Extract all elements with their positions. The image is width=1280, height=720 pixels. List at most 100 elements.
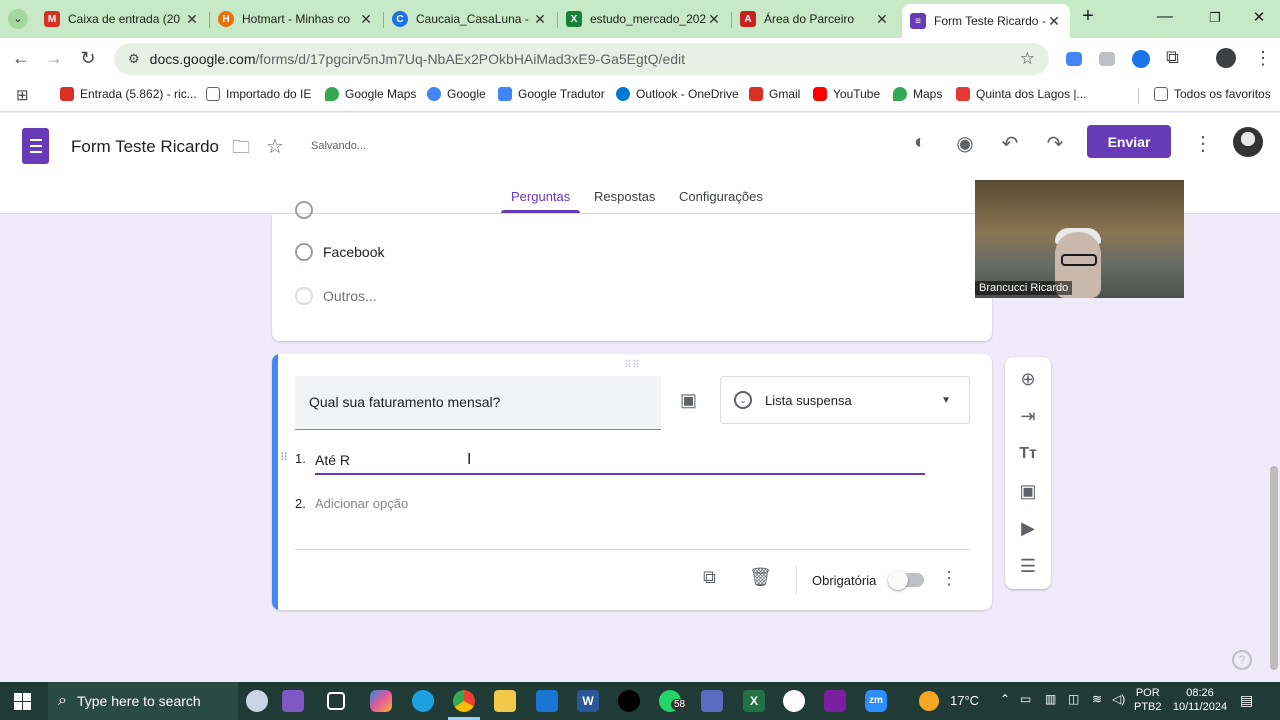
option-text-input[interactable]: Até R bbox=[315, 452, 925, 475]
required-toggle[interactable] bbox=[888, 570, 924, 590]
bookmark-maps[interactable]: Maps bbox=[893, 87, 942, 101]
apps-grid-icon[interactable]: ⊞ bbox=[16, 86, 29, 104]
edge-extension-icon[interactable] bbox=[1132, 50, 1150, 68]
avatar[interactable] bbox=[1233, 127, 1263, 157]
tray-chevron-icon[interactable]: ⌃ bbox=[1000, 692, 1010, 706]
devtools-extension-icon[interactable] bbox=[1099, 52, 1115, 66]
back-icon[interactable]: ← bbox=[9, 48, 33, 69]
profile-avatar-icon[interactable] bbox=[1216, 48, 1236, 68]
extension-icon[interactable] bbox=[1066, 52, 1082, 66]
browser-tab-hotmart[interactable]: H Hotmart - Minhas co ✕ bbox=[210, 4, 382, 34]
add-question-icon[interactable]: ⊕ bbox=[1016, 367, 1040, 391]
more-options-icon[interactable]: ⋮ bbox=[1189, 131, 1217, 156]
browser-tab-excel[interactable]: X estudo_mercado_202 ✕ bbox=[558, 4, 730, 34]
radio-button[interactable] bbox=[295, 243, 313, 261]
browser-tab-form-active[interactable]: ≡ Form Teste Ricardo - ✕ bbox=[902, 4, 1070, 38]
clock[interactable]: 08:26 10/11/2024 bbox=[1172, 686, 1228, 714]
bookmark-google-maps[interactable]: Google Maps bbox=[325, 87, 416, 101]
language-indicator[interactable]: POR PTB2 bbox=[1134, 686, 1162, 714]
wifi-icon[interactable]: ≋ bbox=[1092, 692, 1102, 706]
redo-icon[interactable]: ↷ bbox=[1041, 131, 1069, 156]
page-scrollbar[interactable] bbox=[1270, 466, 1278, 670]
mail-icon[interactable] bbox=[536, 690, 558, 712]
google-forms-icon[interactable] bbox=[22, 128, 49, 164]
preview-eye-icon[interactable]: ◉ bbox=[951, 131, 979, 156]
word-icon[interactable]: W bbox=[577, 690, 599, 712]
forward-icon[interactable]: → bbox=[42, 48, 66, 69]
battery-icon[interactable]: ▥ bbox=[1045, 692, 1056, 706]
tab-close-icon[interactable]: ✕ bbox=[532, 11, 548, 28]
browser-tab-caucaia[interactable]: C Caucaia_CasaLuna - ✕ bbox=[384, 4, 556, 34]
bookmark-quinta[interactable]: Quinta dos Lagos |... bbox=[956, 87, 1087, 101]
task-view-icon[interactable] bbox=[327, 692, 345, 710]
chrome-taskbar-icon[interactable] bbox=[453, 690, 475, 712]
restore-icon[interactable]: ❐ bbox=[1200, 10, 1230, 26]
browser-menu-icon[interactable]: ⋮ bbox=[1254, 48, 1272, 69]
question-more-icon[interactable]: ⋮ bbox=[940, 568, 958, 589]
whatsapp-icon[interactable]: 58 bbox=[659, 690, 689, 712]
folder-icon[interactable]: 🗀 bbox=[227, 135, 255, 165]
bookmark-onedrive[interactable]: Outlook - OneDrive bbox=[616, 87, 739, 101]
browser-tab-parceiro[interactable]: A Área do Parceiro ✕ bbox=[732, 4, 898, 34]
satellite-app-icon[interactable] bbox=[282, 690, 304, 712]
option-facebook[interactable]: Facebook bbox=[323, 244, 384, 260]
close-window-icon[interactable]: ✕ bbox=[1244, 8, 1274, 26]
add-title-icon[interactable]: Tт bbox=[1016, 442, 1040, 466]
bookmark-importado[interactable]: Importado do IE bbox=[206, 87, 311, 101]
address-bar[interactable]: ⚙ docs.google.com/forms/d/17pgcirv5nJm7U… bbox=[114, 43, 1049, 75]
minimize-icon[interactable]: — bbox=[1150, 8, 1180, 26]
bookmark-google[interactable]: Google bbox=[427, 87, 486, 101]
star-icon[interactable]: ☆ bbox=[261, 134, 289, 159]
tray-display-icon[interactable]: ◫ bbox=[1068, 692, 1079, 706]
volume-icon[interactable]: ◁) bbox=[1112, 692, 1125, 706]
tab-close-icon[interactable]: ✕ bbox=[874, 11, 890, 28]
tab-close-icon[interactable]: ✕ bbox=[706, 11, 722, 28]
tab-configuracoes[interactable]: Configurações bbox=[679, 189, 763, 204]
site-info-icon[interactable]: ⚙ bbox=[128, 51, 140, 67]
tab-search-button[interactable]: ⌄ bbox=[8, 9, 28, 29]
tab-respostas[interactable]: Respostas bbox=[594, 189, 655, 204]
add-section-icon[interactable]: ☰ bbox=[1016, 554, 1040, 578]
import-questions-icon[interactable]: ⇥ bbox=[1016, 404, 1040, 428]
weather-icon[interactable] bbox=[919, 691, 939, 711]
widgets-icon[interactable] bbox=[246, 690, 268, 712]
radio-button[interactable] bbox=[295, 287, 313, 305]
undo-icon[interactable]: ↶ bbox=[996, 131, 1024, 156]
calculator-icon[interactable] bbox=[701, 690, 723, 712]
notifications-icon[interactable]: ▤ bbox=[1240, 692, 1253, 709]
help-icon[interactable]: ? bbox=[1232, 650, 1252, 670]
zoom-icon[interactable]: zm bbox=[865, 690, 887, 712]
question-type-select[interactable]: ⌄ Lista suspensa ▼ bbox=[720, 376, 970, 424]
extensions-puzzle-icon[interactable]: ⧉ bbox=[1166, 47, 1179, 68]
drag-handle-icon[interactable]: ⠿⠿ bbox=[624, 360, 641, 371]
bookmark-gmail[interactable]: Gmail bbox=[749, 87, 800, 101]
question-card[interactable]: ⠿⠿ Qual sua faturamento mensal? ▣ ⌄ List… bbox=[272, 354, 992, 610]
tab-close-icon[interactable]: ✕ bbox=[184, 11, 200, 28]
file-explorer-icon[interactable] bbox=[494, 690, 516, 712]
option-outros[interactable]: Outros... bbox=[323, 288, 377, 304]
option-drag-handle-icon[interactable]: ⠿ bbox=[280, 451, 288, 464]
tiktok-icon[interactable] bbox=[618, 690, 640, 712]
new-tab-icon[interactable]: + bbox=[1073, 5, 1103, 28]
tray-app-icon[interactable]: ▭ bbox=[1020, 692, 1031, 706]
bookmark-entrada[interactable]: Entrada (5.862) - ric... bbox=[60, 87, 197, 101]
duplicate-icon[interactable]: ⧉ bbox=[703, 567, 716, 588]
add-image-icon[interactable]: ▣ bbox=[680, 390, 697, 411]
bookmark-tradutor[interactable]: Google Tradutor bbox=[498, 87, 605, 101]
start-windows-icon[interactable] bbox=[14, 693, 31, 710]
excel-taskbar-icon[interactable]: X bbox=[743, 690, 765, 712]
tab-close-icon[interactable]: ✕ bbox=[358, 11, 374, 28]
tab-close-icon[interactable]: ✕ bbox=[1046, 13, 1062, 30]
form-title[interactable]: Form Teste Ricardo bbox=[71, 137, 219, 157]
taskbar-search[interactable]: ⌕ Type here to search bbox=[48, 682, 238, 720]
edge-taskbar-icon[interactable] bbox=[412, 690, 434, 712]
reload-icon[interactable]: ↻ bbox=[76, 48, 100, 69]
send-button[interactable]: Enviar bbox=[1087, 125, 1171, 158]
add-video-icon[interactable]: ▶ bbox=[1016, 516, 1040, 540]
video-editor-icon[interactable] bbox=[824, 690, 846, 712]
bookmark-all-favorites[interactable]: Todos os favoritos bbox=[1154, 87, 1271, 101]
browser-tab-gmail[interactable]: M Caixa de entrada (20 ✕ bbox=[36, 4, 208, 34]
copilot-icon[interactable] bbox=[370, 690, 392, 712]
media-player-icon[interactable] bbox=[783, 690, 805, 712]
question-title-input[interactable]: Qual sua faturamento mensal? bbox=[295, 376, 661, 430]
